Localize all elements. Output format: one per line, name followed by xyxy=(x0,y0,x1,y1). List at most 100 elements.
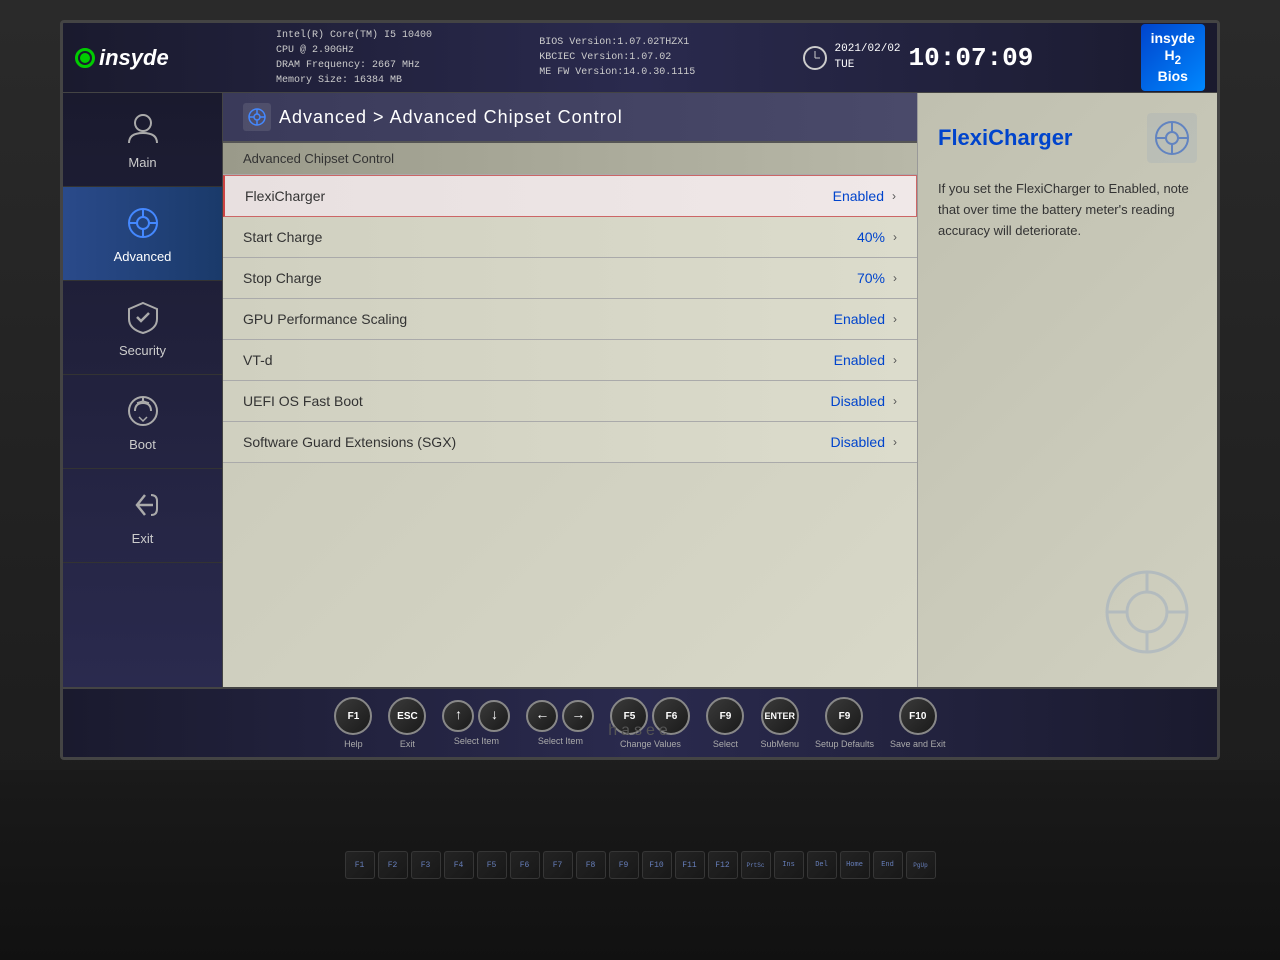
arrow-right-button[interactable]: → xyxy=(562,700,594,732)
esc-key-group: ESC Exit xyxy=(388,697,426,749)
exit-icon xyxy=(123,485,163,525)
laptop-frame: insyde Intel(R) Core(TM) I5 10400 CPU @ … xyxy=(0,0,1280,960)
time-value: 10:07:09 xyxy=(909,43,1034,73)
bios-line1: BIOS Version:1.07.02THZX1 xyxy=(539,35,695,50)
bios-line2: KBCIEC Version:1.07.02 xyxy=(539,50,695,65)
key-f1[interactable]: F1 xyxy=(345,851,375,879)
table-row[interactable]: UEFI OS Fast BootDisabled› xyxy=(223,381,917,422)
save-exit-label: Save and Exit xyxy=(890,739,946,749)
insyde-brand-text: insyde xyxy=(99,45,169,71)
chevron-icon-5: › xyxy=(893,394,897,408)
setting-value-2: 70% › xyxy=(857,270,897,286)
date-text: 2021/02/02 TUE xyxy=(835,42,901,73)
watermark xyxy=(1097,562,1197,667)
f1-key-group: F1 Help xyxy=(334,697,372,749)
table-row[interactable]: VT-d Enabled › xyxy=(223,340,917,381)
f9-select-button[interactable]: F9 xyxy=(706,697,744,735)
setting-value-4: Enabled › xyxy=(834,352,897,368)
key-f9[interactable]: F9 xyxy=(609,851,639,879)
sidebar-label-advanced: Advanced xyxy=(114,249,172,264)
bios-screen: insyde Intel(R) Core(TM) I5 10400 CPU @ … xyxy=(60,20,1220,760)
setting-value-text-3: Enabled xyxy=(834,311,885,327)
sidebar-label-security: Security xyxy=(119,343,166,358)
key-f7[interactable]: F7 xyxy=(543,851,573,879)
cpu-line4: Memory Size: 16384 MB xyxy=(276,73,432,88)
sidebar-item-main[interactable]: Main xyxy=(63,93,222,187)
key-home[interactable]: Home xyxy=(840,851,870,879)
key-prtsc[interactable]: PrtSc xyxy=(741,851,771,879)
setting-name-3: GPU Performance Scaling xyxy=(243,311,407,327)
key-end[interactable]: End xyxy=(873,851,903,879)
sidebar-item-boot[interactable]: Boot xyxy=(63,375,222,469)
info-description: If you set the FlexiCharger to Enabled, … xyxy=(938,179,1197,241)
bios-background: insyde Intel(R) Core(TM) I5 10400 CPU @ … xyxy=(63,23,1217,757)
f10-button[interactable]: F10 xyxy=(899,697,937,735)
key-f12[interactable]: F12 xyxy=(708,851,738,879)
setting-value-6: Disabled› xyxy=(831,434,897,450)
cpu-line2: CPU @ 2.90GHz xyxy=(276,43,432,58)
insyde-h2-logo: insydeH2Bios xyxy=(1141,24,1205,90)
setting-value-text-6: Disabled xyxy=(831,434,885,450)
f1-label: Help xyxy=(344,739,363,749)
cpu-info: Intel(R) Core(TM) I5 10400 CPU @ 2.90GHz… xyxy=(276,28,432,88)
cpu-line3: DRAM Frequency: 2667 MHz xyxy=(276,58,432,73)
clock-icon xyxy=(803,46,827,70)
f1-button[interactable]: F1 xyxy=(334,697,372,735)
key-f3[interactable]: F3 xyxy=(411,851,441,879)
setting-value-text-4: Enabled xyxy=(834,352,885,368)
table-row[interactable]: Software Guard Extensions (SGX) Disabled› xyxy=(223,422,917,463)
setting-name-4: VT-d xyxy=(243,352,273,368)
esc-button[interactable]: ESC xyxy=(388,697,426,735)
settings-rows: FlexiChargerEnabled›Start Charge40%›Stop… xyxy=(223,175,917,463)
chevron-icon-0: › xyxy=(892,189,896,203)
cpu-line1: Intel(R) Core(TM) I5 10400 xyxy=(276,28,432,43)
setting-name-1: Start Charge xyxy=(243,229,322,245)
key-del[interactable]: Del xyxy=(807,851,837,879)
f9-defaults-group: F9 Setup Defaults xyxy=(815,697,874,749)
setting-name-6: Software Guard Extensions (SGX) xyxy=(243,434,456,450)
breadcrumb-text: Advanced > Advanced Chipset Control xyxy=(279,107,623,128)
select-item-label-2: Select Item xyxy=(538,736,583,746)
sidebar-item-advanced[interactable]: Advanced xyxy=(63,187,222,281)
setting-value-5: Disabled› xyxy=(831,393,897,409)
chevron-icon-2: › xyxy=(893,271,897,285)
key-f10[interactable]: F10 xyxy=(642,851,672,879)
key-f8[interactable]: F8 xyxy=(576,851,606,879)
arrow-left-button[interactable]: ← xyxy=(526,700,558,732)
key-f4[interactable]: F4 xyxy=(444,851,474,879)
info-title-text: FlexiCharger xyxy=(938,125,1073,151)
select-label: Select xyxy=(713,739,738,749)
boot-icon xyxy=(123,391,163,431)
setting-value-text-0: Enabled xyxy=(833,188,884,204)
arrow-updown-buttons: ↑ ↓ xyxy=(442,700,510,732)
date-value: 2021/02/02 xyxy=(835,42,901,57)
key-ins[interactable]: Ins xyxy=(774,851,804,879)
arrow-up-button[interactable]: ↑ xyxy=(442,700,474,732)
table-row[interactable]: Start Charge40%› xyxy=(223,217,917,258)
table-row[interactable]: GPU Performance Scaling Enabled › xyxy=(223,299,917,340)
table-row[interactable]: FlexiChargerEnabled› xyxy=(223,175,917,217)
chevron-icon-4: › xyxy=(893,353,897,367)
key-f11[interactable]: F11 xyxy=(675,851,705,879)
key-f5[interactable]: F5 xyxy=(477,851,507,879)
arrow-down-button[interactable]: ↓ xyxy=(478,700,510,732)
chevron-icon-3: › xyxy=(893,312,897,326)
setting-value-text-2: 70% xyxy=(857,270,885,286)
sidebar: Main Ad xyxy=(63,93,223,687)
esc-label: Exit xyxy=(400,739,415,749)
setup-defaults-label: Setup Defaults xyxy=(815,739,874,749)
f9-select-group: F9 Select xyxy=(706,697,744,749)
sidebar-label-boot: Boot xyxy=(129,437,156,452)
enter-label: SubMenu xyxy=(760,739,799,749)
key-f2[interactable]: F2 xyxy=(378,851,408,879)
key-f6[interactable]: F6 xyxy=(510,851,540,879)
chevron-icon-1: › xyxy=(893,230,897,244)
key-pgup[interactable]: PgUp xyxy=(906,851,936,879)
f9-defaults-button[interactable]: F9 xyxy=(825,697,863,735)
main-icon xyxy=(123,109,163,149)
main-content: Main Ad xyxy=(63,93,1217,687)
sidebar-item-security[interactable]: Security xyxy=(63,281,222,375)
table-row[interactable]: Stop Charge70%› xyxy=(223,258,917,299)
enter-button[interactable]: ENTER xyxy=(761,697,799,735)
sidebar-item-exit[interactable]: Exit xyxy=(63,469,222,563)
